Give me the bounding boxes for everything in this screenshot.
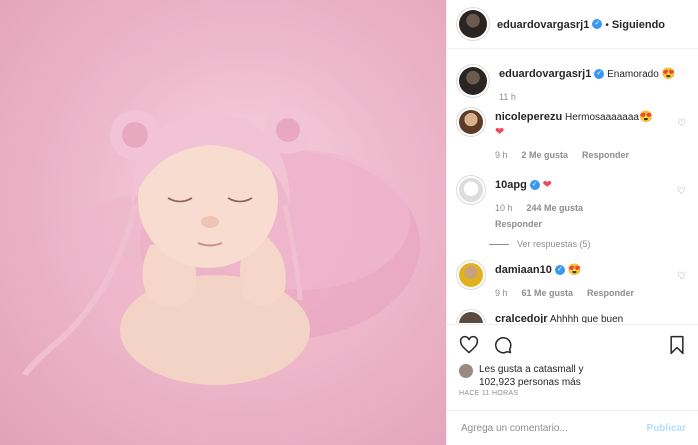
- verified-badge-icon: ✓: [592, 18, 603, 29]
- likes-summary: Les gusta a catasmall y 102,923 personas…: [459, 363, 686, 389]
- red-heart-emoji-icon: ❤: [542, 179, 552, 191]
- comment-bubble-icon[interactable]: [493, 335, 513, 355]
- add-comment-bar: Publicar: [447, 410, 698, 445]
- reply-button[interactable]: Responder: [495, 217, 542, 231]
- caption-text: Enamorado: [607, 69, 659, 80]
- caption-meta: 11 h: [499, 90, 686, 104]
- comment-item: cralcedojr Ahhhh que buen: [459, 312, 686, 323]
- verified-badge-icon: ✓: [594, 69, 605, 80]
- comment-text: Hermosaaaaaaa: [565, 112, 639, 123]
- caption-avatar[interactable]: [459, 67, 487, 95]
- comment-time[interactable]: 10 h: [495, 201, 513, 215]
- publish-button[interactable]: Publicar: [647, 423, 686, 434]
- comment-item: nicoleperezu Hermosaaaaaaa😍 ❤ 9 h 2 Me g…: [459, 110, 686, 162]
- caption: eduardovargasrj1 ✓ Enamorado 😍 11 h: [459, 67, 686, 104]
- like-comment-heart-icon[interactable]: ♡: [677, 118, 686, 129]
- comment-avatar[interactable]: [459, 312, 483, 323]
- instagram-post: eduardovargasrj1 ✓ • Siguiendo eduardovarga…: [0, 0, 698, 445]
- comment-username[interactable]: cralcedojr: [495, 313, 548, 323]
- comment-text: Ahhhh que buen: [549, 314, 624, 323]
- action-icons: [459, 333, 686, 357]
- likes-text[interactable]: Les gusta a catasmall y 102,923 personas…: [479, 363, 584, 389]
- comment-body: damiaan10 ✓ 😍 9 h 61 Me gusta Responder: [495, 263, 686, 300]
- comment-item: 10apg ✓ ❤ 10 h 244 Me gusta Responder ♡: [459, 178, 686, 231]
- avatar[interactable]: [459, 10, 487, 38]
- comment-body: cralcedojr Ahhhh que buen: [495, 312, 686, 323]
- comment-username[interactable]: 10apg: [495, 179, 527, 191]
- baby-photo-illustration: [22, 106, 420, 385]
- caption-time[interactable]: 11 h: [499, 90, 516, 104]
- post-photo[interactable]: [0, 0, 446, 445]
- likes-line-2: 102,923 personas más: [479, 377, 581, 388]
- caption-username[interactable]: eduardovargasrj1: [499, 68, 591, 80]
- comment-meta-reply: Responder: [495, 217, 686, 231]
- comment-avatar[interactable]: [459, 110, 483, 134]
- post-side-panel: eduardovargasrj1 ✓ • Siguiendo eduardovarga…: [446, 0, 698, 445]
- reply-button[interactable]: Responder: [587, 286, 634, 300]
- post-header: eduardovargasrj1 ✓ • Siguiendo: [447, 0, 698, 49]
- header-separator: •: [605, 20, 609, 31]
- comment-time[interactable]: 9 h: [495, 286, 508, 300]
- comment-meta: 9 h 2 Me gusta Responder: [495, 148, 686, 162]
- comment-body: 10apg ✓ ❤ 10 h 244 Me gusta Responder: [495, 178, 686, 231]
- heart-eyes-emoji-icon: 😍: [638, 111, 653, 123]
- comment-item: damiaan10 ✓ 😍 9 h 61 Me gusta Responder ♡: [459, 263, 686, 300]
- caption-body: eduardovargasrj1 ✓ Enamorado 😍 11 h: [499, 67, 686, 104]
- heart-eyes-emoji-icon: 😍: [567, 264, 582, 276]
- comment-username[interactable]: nicoleperezu: [495, 111, 562, 123]
- comment-input[interactable]: [459, 421, 647, 435]
- comment-time[interactable]: 9 h: [495, 148, 508, 162]
- like-heart-icon[interactable]: [459, 335, 479, 355]
- verified-badge-icon: ✓: [529, 180, 540, 191]
- heart-eyes-emoji-icon: 😍: [661, 68, 676, 80]
- comment-meta: 10 h 244 Me gusta: [495, 201, 686, 215]
- header-user-line: eduardovargasrj1 ✓ • Siguiendo: [497, 15, 665, 33]
- view-replies-button[interactable]: Ver respuestas (5): [489, 239, 686, 249]
- red-heart-emoji-icon: ❤: [495, 126, 505, 138]
- comment-likes[interactable]: 61 Me gusta: [522, 286, 574, 300]
- comment-avatar[interactable]: [459, 263, 483, 287]
- verified-badge-icon: ✓: [554, 265, 565, 276]
- post-timestamp[interactable]: HACE 11 HORAS: [459, 390, 518, 397]
- like-comment-heart-icon[interactable]: ♡: [677, 271, 686, 282]
- comments-list[interactable]: eduardovargasrj1 ✓ Enamorado 😍 11 h nicol…: [447, 49, 698, 323]
- comment-body: nicoleperezu Hermosaaaaaaa😍 ❤ 9 h 2 Me g…: [495, 110, 686, 162]
- comment-avatar[interactable]: [459, 178, 483, 202]
- header-username[interactable]: eduardovargasrj1: [497, 19, 589, 31]
- comment-likes[interactable]: 244 Me gusta: [527, 201, 584, 215]
- comment-username[interactable]: damiaan10: [495, 264, 552, 276]
- post-actions: Les gusta a catasmall y 102,923 personas…: [447, 324, 698, 396]
- like-comment-heart-icon[interactable]: ♡: [677, 186, 686, 197]
- likes-line-1: Les gusta a catasmall y: [479, 364, 584, 375]
- reply-button[interactable]: Responder: [582, 148, 629, 162]
- bookmark-icon[interactable]: [668, 335, 686, 355]
- comment-likes[interactable]: 2 Me gusta: [522, 148, 569, 162]
- liker-avatar[interactable]: [459, 364, 473, 378]
- follow-status-button[interactable]: Siguiendo: [612, 19, 665, 31]
- comment-meta: 9 h 61 Me gusta Responder: [495, 286, 686, 300]
